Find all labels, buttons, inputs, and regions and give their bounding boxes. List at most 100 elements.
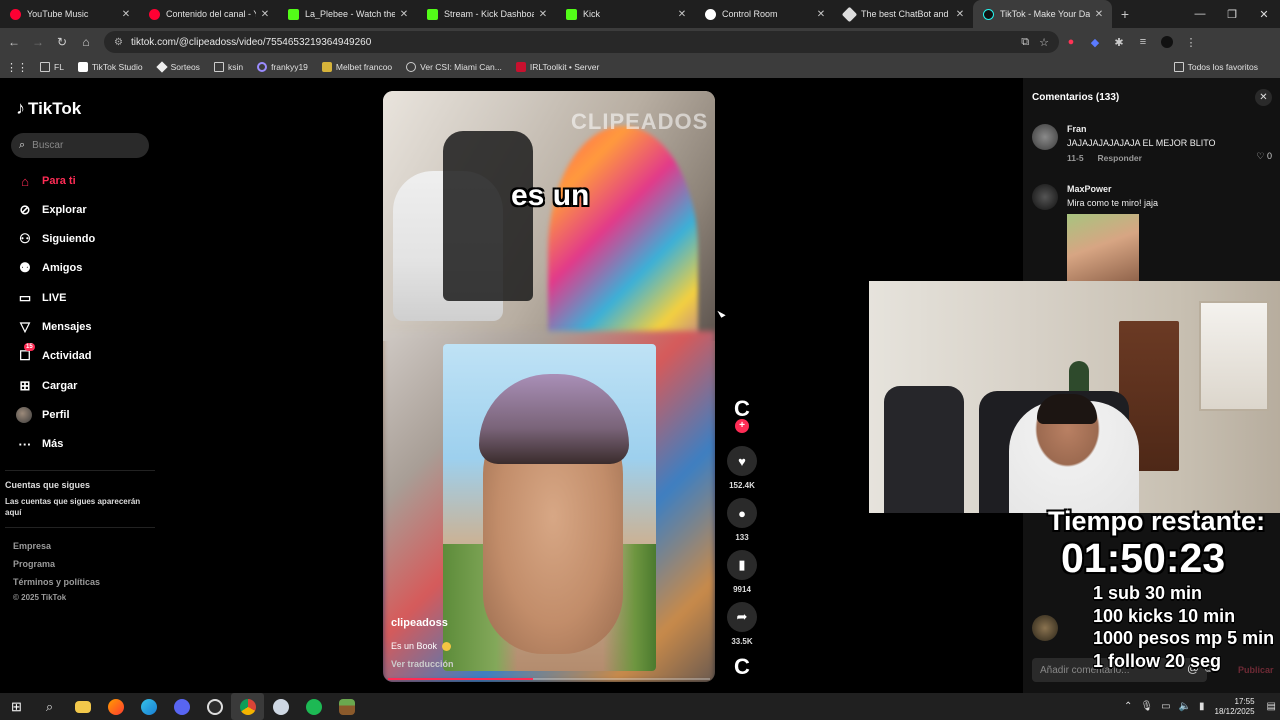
video-player[interactable]: CLIPEADOS es un clipeadoss Es un Book Ve… [383,91,715,682]
nav-perfil[interactable]: Perfil [16,405,70,425]
address-bar[interactable]: ⚙ tiktok.com/@clipeadoss/video/755465321… [104,31,1059,53]
nav-actividad[interactable]: ☐ 15 Actividad [16,343,92,366]
install-app-icon[interactable]: ⧉ [1021,36,1029,49]
creator-avatar[interactable]: C [731,398,753,420]
avatar[interactable] [1032,184,1058,210]
reload-icon[interactable]: ↻ [50,30,74,54]
forward-icon[interactable]: → [26,30,50,54]
footer-empresa[interactable]: Empresa [13,541,51,551]
video-progress-bar[interactable] [388,678,710,680]
bookmark-ksin[interactable]: ksin [213,62,243,72]
app-icon[interactable] [264,693,297,720]
profile-avatar[interactable] [1155,31,1179,53]
nav-para-ti[interactable]: ⌂ Para ti [16,171,76,191]
file-explorer-icon[interactable] [66,693,99,720]
comment-author[interactable]: MaxPower [1067,184,1112,194]
activity-icon: ☐ 15 [19,343,35,363]
nav-amigos[interactable]: ⚉ Amigos [16,258,82,278]
close-icon[interactable]: ✕ [121,9,131,20]
spotify-icon[interactable] [297,693,330,720]
tab-kick-vod[interactable]: La_Plebee - Watch the VOD ✕ [278,0,417,28]
tiktok-logo[interactable]: ♪ TikTok [16,98,81,119]
nav-mas[interactable]: ··· Más [16,434,64,454]
bookmark-frankyy19[interactable]: frankyy19 [257,62,308,72]
all-bookmarks[interactable]: Todos los favoritos [1173,56,1258,78]
avatar[interactable] [1032,124,1058,150]
notification-icon[interactable]: ▤ [1267,701,1276,712]
url-text[interactable]: tiktok.com/@clipeadoss/video/75546532193… [131,37,1011,48]
search-input[interactable]: ⌕ Buscar [11,133,149,158]
minecraft-icon[interactable] [330,693,363,720]
tab-youtube-studio[interactable]: Contenido del canal - YouTube Studio ✕ [139,0,278,28]
like-button[interactable]: ♥ [727,446,757,476]
clock[interactable]: 17:55 18/12/2025 [1215,697,1255,717]
comment-image[interactable] [1067,214,1139,284]
close-icon[interactable]: ✕ [677,9,687,20]
nav-siguiendo[interactable]: ⚇ Siguiendo [16,229,95,249]
tab-youtube-music[interactable]: YouTube Music ✕ [0,0,139,28]
share-button[interactable]: ➦ [727,602,757,632]
close-window-icon[interactable]: ✕ [1248,0,1280,28]
media-control-icon[interactable]: ≡ [1131,31,1155,53]
windows-start-icon[interactable]: ⊞ [0,693,33,720]
bookmark-sorteos[interactable]: Sorteos [155,61,200,73]
tab-chatbot[interactable]: The best ChatBot and Widgets ✕ [834,0,973,28]
network-icon[interactable]: ▭ [1161,701,1170,712]
nav-explorar[interactable]: ⊘ Explorar [16,200,87,220]
close-icon[interactable]: ✕ [260,9,270,20]
reply-button[interactable]: Responder [1098,153,1142,163]
restore-icon[interactable]: ❐ [1216,0,1248,28]
bookmark-irltoolkit[interactable]: IRLToolkit • Server [515,62,599,72]
tab-kick-dashboard[interactable]: Stream - Kick Dashboard ✕ [417,0,556,28]
close-comments-icon[interactable]: ✕ [1255,89,1272,106]
footer-programa[interactable]: Programa [13,559,55,569]
follow-plus-button[interactable]: + [735,419,749,433]
bookmark-star-icon[interactable]: ☆ [1039,36,1049,49]
back-icon[interactable]: ← [2,30,26,54]
nav-cargar[interactable]: ⊞ Cargar [16,376,78,396]
close-icon[interactable]: ✕ [1094,9,1104,20]
sound-disc-icon[interactable]: C [731,656,753,678]
nav-live[interactable]: ▭ LIVE [16,288,67,308]
volume-icon[interactable]: 🔈 [1179,701,1191,712]
battery-icon[interactable]: ▮ [1199,701,1205,712]
shield-extension-icon[interactable]: ◆ [1083,31,1107,53]
comment-like[interactable]: ♡ 0 [1256,151,1272,162]
close-icon[interactable]: ✕ [399,9,409,20]
chrome-icon[interactable] [231,693,264,720]
home-icon[interactable]: ⌂ [74,30,98,54]
post-comment-button[interactable]: Publicar [1238,665,1274,675]
extensions-icon[interactable]: ✱ [1107,31,1131,53]
apps-icon[interactable]: ⋮⋮ [6,61,28,74]
bookmark-tiktok-studio[interactable]: TikTok Studio [77,62,143,72]
close-icon[interactable]: ✕ [955,9,965,20]
microphone-icon[interactable]: 🎙 [1140,701,1153,712]
close-icon[interactable]: ✕ [816,9,826,20]
discord-icon[interactable] [165,693,198,720]
comment-author[interactable]: Fran [1067,124,1087,134]
tab-tiktok[interactable]: TikTok - Make Your Day ✕ [973,0,1112,28]
avatar[interactable] [1032,615,1058,641]
site-info-icon[interactable]: ⚙ [114,37,123,48]
nav-mensajes[interactable]: ▽ Mensajes [16,317,92,337]
close-icon[interactable]: ✕ [538,9,548,20]
chevron-up-icon[interactable]: ⌃ [1124,701,1132,712]
browser-alt-icon[interactable] [99,693,132,720]
video-username[interactable]: clipeadoss [391,617,448,629]
comment-button[interactable]: ● [727,498,757,528]
tab-kick[interactable]: Kick ✕ [556,0,695,28]
bookmark-fl[interactable]: FL [40,62,64,72]
footer-terminos[interactable]: Términos y políticas [13,577,100,587]
save-button[interactable]: ▮ [727,550,757,580]
menu-icon[interactable]: ⋮ [1179,31,1203,53]
minimize-icon[interactable]: — [1184,0,1216,28]
bookmark-csi[interactable]: Ver CSI: Miami Can... [406,62,502,72]
obs-icon[interactable] [198,693,231,720]
tab-control-room[interactable]: Control Room ✕ [695,0,834,28]
edge-icon[interactable] [132,693,165,720]
new-tab-button[interactable]: + [1112,0,1138,28]
record-extension-icon[interactable]: ● [1059,31,1083,53]
bookmark-melbet[interactable]: Melbet francoo [321,62,392,72]
search-icon[interactable]: ⌕ [33,693,66,720]
translate-link[interactable]: Ver traducción [391,659,454,669]
